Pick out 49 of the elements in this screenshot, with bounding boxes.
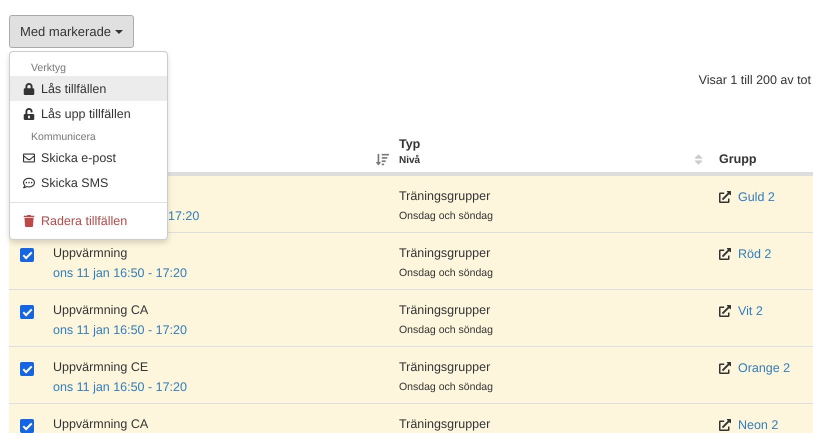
row-checkbox[interactable] [20, 248, 34, 262]
type-text: Träningsgrupper [399, 303, 492, 317]
trash-icon [23, 214, 35, 226]
session-time-link[interactable]: ons 11 jan 16:50 - 17:20 [53, 266, 187, 280]
menu-item[interactable]: Skicka SMS [10, 170, 167, 195]
bulk-actions-button[interactable]: Med markerade [9, 15, 134, 48]
menu-header: Kommunicera [30, 130, 97, 145]
row-checkbox[interactable] [20, 419, 34, 433]
external-link-icon [719, 191, 731, 203]
session-time-link[interactable]: ons 11 jan 16:50 - 17:20 [53, 323, 187, 337]
type-text: Träningsgrupper [399, 360, 492, 374]
speech-bubble-icon [23, 176, 35, 188]
group-link[interactable]: Guld 2 [738, 190, 775, 204]
external-link-icon [719, 362, 731, 374]
column-subtitle: Nivå [399, 155, 420, 166]
lock-icon [23, 82, 35, 94]
group-link[interactable]: Vit 2 [738, 304, 763, 318]
menu-header: Verktyg [30, 61, 68, 76]
row-checkbox[interactable] [20, 305, 34, 319]
level-text: Onsdag och söndag [399, 210, 494, 222]
type-text: Träningsgrupper [399, 246, 492, 260]
results-info: Visar 1 till 200 av tot [698, 73, 811, 87]
level-text: Onsdag och söndag [399, 267, 494, 279]
group-link[interactable]: Neon 2 [738, 418, 778, 432]
type-text: Träningsgrupper [399, 189, 492, 203]
menu-item[interactable]: Skicka e-post [10, 145, 167, 170]
external-link-icon [719, 248, 731, 260]
unlock-icon [23, 108, 35, 120]
external-link-icon [719, 419, 731, 431]
session-name: Uppvärmning [53, 246, 128, 260]
group-link[interactable]: Röd 2 [738, 247, 772, 261]
session-time-link[interactable]: ons 11 jan 16:50 - 17:20 [53, 380, 187, 394]
column-title: Typ [399, 137, 420, 151]
session-name: Uppvärmning CA [53, 303, 150, 317]
type-text: Träningsgrupper [399, 417, 492, 431]
level-text: Onsdag och söndag [399, 381, 494, 393]
menu-item[interactable]: Lås tillfällen [10, 76, 167, 101]
session-name: Uppvärmning CE [53, 360, 150, 374]
group-link[interactable]: Orange 2 [738, 361, 790, 375]
column-title: Grupp [719, 152, 758, 166]
row-checkbox[interactable] [20, 362, 34, 376]
envelope-icon [23, 152, 35, 164]
session-name: Uppvärmning CA [53, 417, 148, 431]
menu-item[interactable]: Lås upp tillfällen [10, 101, 167, 126]
caret-icon [115, 30, 124, 34]
external-link-icon [719, 305, 731, 317]
level-text: Onsdag och söndag [399, 324, 494, 336]
menu-item[interactable]: Radera tillfällen [10, 208, 167, 233]
sort-descending-icon[interactable] [376, 153, 389, 166]
